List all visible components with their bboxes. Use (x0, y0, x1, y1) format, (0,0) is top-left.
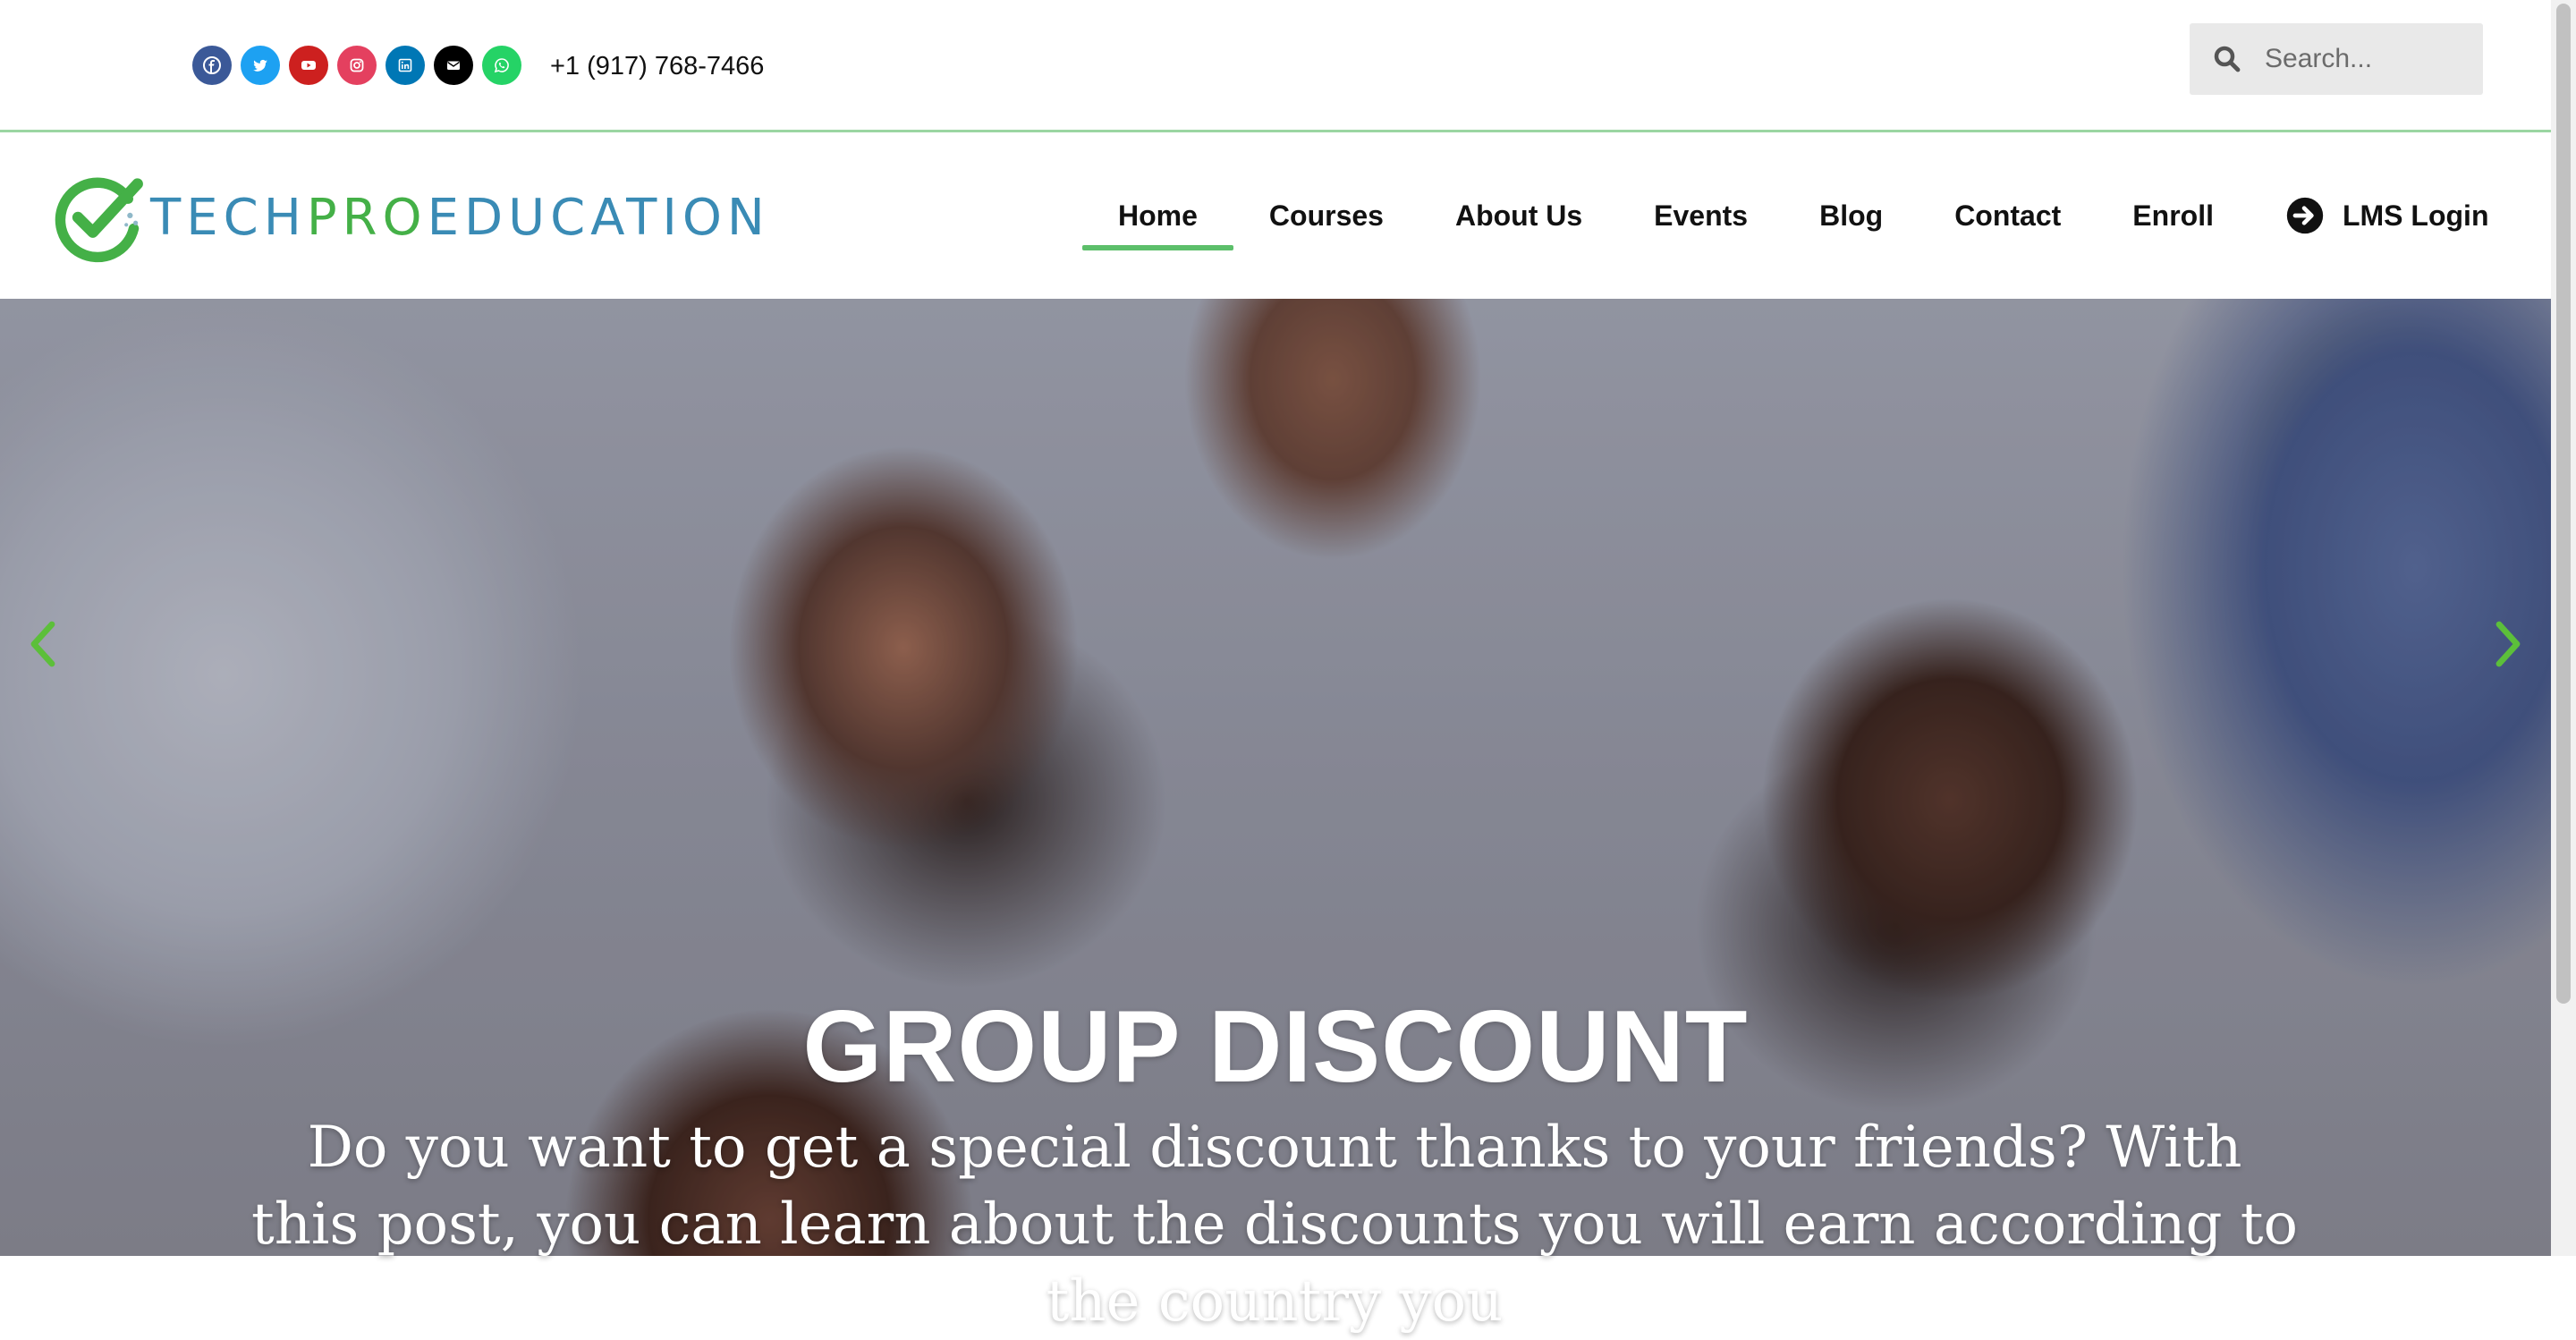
scrollbar-thumb[interactable] (2556, 4, 2571, 1004)
social-links (192, 46, 521, 85)
site-logo[interactable]: TECHPROEDUCATION (52, 168, 812, 267)
nav-item-home[interactable]: Home (1082, 132, 1233, 299)
nav-label: Home (1118, 199, 1198, 232)
linkedin-icon[interactable] (386, 46, 425, 85)
logo-check-icon (55, 177, 143, 263)
nav-item-courses[interactable]: Courses (1233, 132, 1419, 299)
hero-description: Do you want to get a special discount th… (250, 1115, 2299, 1335)
nav-item-lms-login[interactable]: LMS Login (2250, 132, 2525, 299)
facebook-icon[interactable] (192, 46, 232, 85)
logo-text: TECHPROEDUCATION (150, 189, 770, 247)
main-header: TECHPROEDUCATION Home Courses About Us E… (0, 132, 2551, 299)
nav-label: Courses (1268, 199, 1384, 232)
hero-title: GROUP DISCOUNT (802, 990, 1749, 1104)
nav-label: LMS Login (2342, 199, 2489, 232)
slider-next-arrow[interactable] (2490, 617, 2526, 671)
nav-label: Blog (1819, 199, 1884, 232)
nav-label: Events (1654, 199, 1749, 232)
nav-item-contact[interactable]: Contact (1919, 132, 2097, 299)
logo-text-pro: PRO (306, 188, 428, 247)
nav-label: Enroll (2132, 199, 2214, 232)
main-nav: Home Courses About Us Events Blog Contac… (1082, 132, 2524, 299)
twitter-icon[interactable] (241, 46, 280, 85)
whatsapp-icon[interactable] (482, 46, 521, 85)
nav-item-about-us[interactable]: About Us (1419, 132, 1618, 299)
page-scrollbar[interactable] (2551, 0, 2576, 1256)
nav-item-enroll[interactable]: Enroll (2097, 132, 2250, 299)
nav-item-events[interactable]: Events (1618, 132, 1784, 299)
nav-label: Contact (1954, 199, 2062, 232)
search-box[interactable] (2190, 23, 2483, 95)
youtube-icon[interactable] (289, 46, 328, 85)
chevron-right-icon (2496, 621, 2521, 667)
search-input[interactable] (2263, 43, 2481, 75)
slider-prev-arrow[interactable] (25, 617, 61, 671)
logo-text-education: EDUCATION (427, 188, 770, 247)
envelope-icon[interactable] (434, 46, 473, 85)
nav-item-blog[interactable]: Blog (1784, 132, 1919, 299)
top-bar: +1 (917) 768-7466 (0, 0, 2551, 132)
arrow-circle-right-icon (2286, 197, 2324, 234)
phone-number[interactable]: +1 (917) 768-7466 (550, 47, 764, 86)
logo-text-tech: TECH (150, 188, 307, 247)
chevron-left-icon (30, 621, 55, 667)
nav-label: About Us (1454, 199, 1583, 232)
instagram-icon[interactable] (337, 46, 377, 85)
search-icon[interactable] (2211, 43, 2243, 75)
